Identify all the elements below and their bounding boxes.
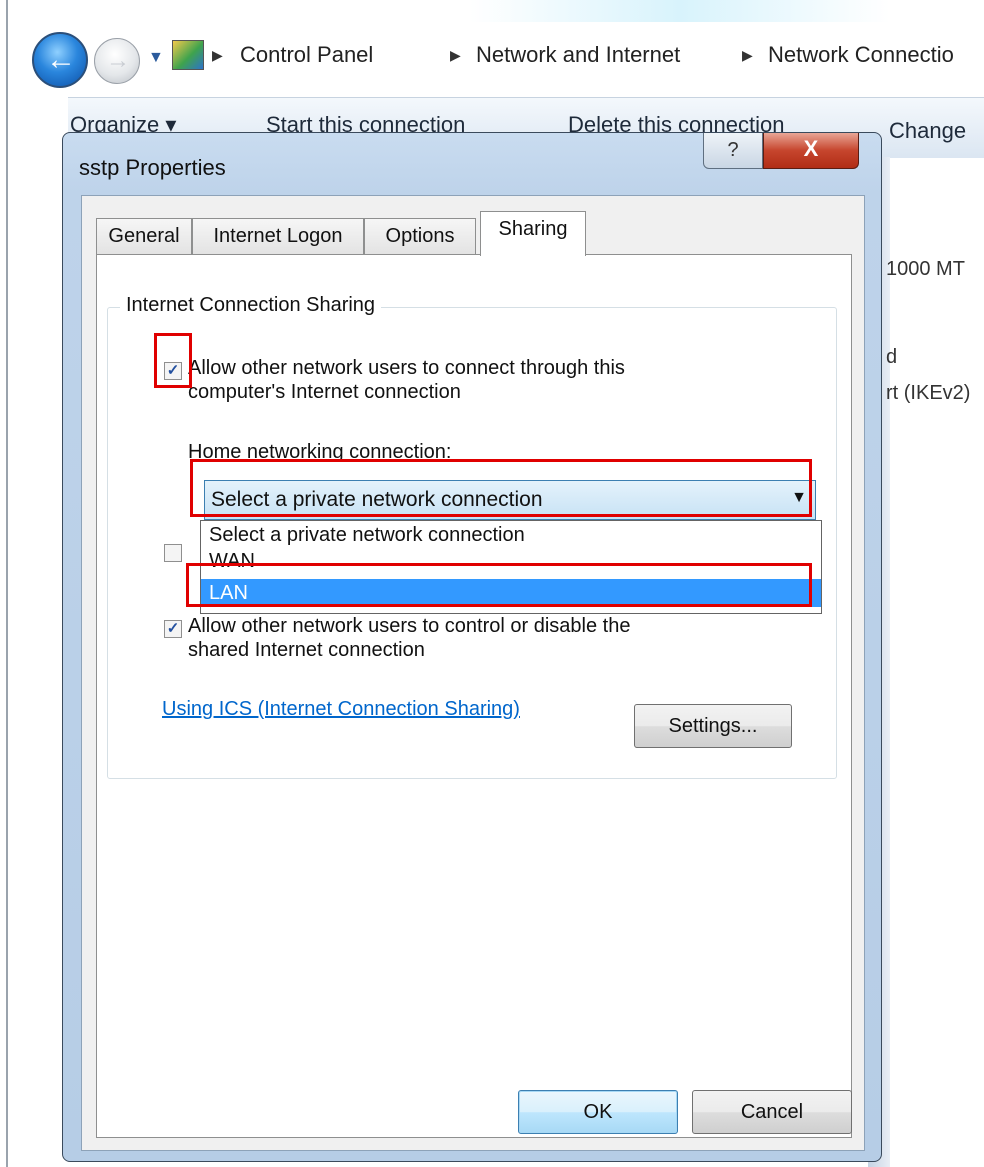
breadcrumb-control-panel[interactable]: Control Panel: [240, 40, 373, 70]
breadcrumb-separator-icon[interactable]: ▶: [742, 44, 753, 66]
breadcrumb-separator-icon[interactable]: ▶: [212, 44, 223, 66]
window-edge: [6, 0, 8, 1167]
tab-general[interactable]: General: [96, 218, 192, 254]
sharing-tab-panel: Internet Connection Sharing ✓ Allow othe…: [96, 254, 852, 1138]
highlight-allow-checkbox: [154, 333, 192, 388]
tab-options[interactable]: Options: [364, 218, 476, 254]
arrow-left-icon: ←: [46, 43, 76, 76]
highlight-lan-option: [186, 563, 812, 607]
help-button[interactable]: ?: [703, 133, 763, 169]
allow-control-label-line2: shared Internet connection: [188, 639, 425, 661]
sstp-properties-dialog: sstp Properties ? X General Internet Log…: [62, 132, 882, 1162]
tab-internet-logon[interactable]: Internet Logon: [192, 218, 364, 254]
settings-button[interactable]: Settings...: [634, 704, 792, 748]
breadcrumb-separator-icon[interactable]: ▶: [450, 44, 461, 66]
allow-connect-label: Allow other network users to connect thr…: [188, 357, 625, 379]
dropdown-option[interactable]: Select a private network connection: [201, 521, 821, 549]
establish-dialup-checkbox[interactable]: [164, 544, 182, 562]
connection-detail-text: 1000 MT: [886, 258, 965, 280]
tab-sharing[interactable]: Sharing: [480, 211, 586, 256]
cancel-button[interactable]: Cancel: [692, 1090, 852, 1134]
forward-button[interactable]: →: [94, 38, 140, 84]
ics-help-link[interactable]: Using ICS (Internet Connection Sharing): [162, 698, 520, 721]
group-title: Internet Connection Sharing: [120, 294, 382, 317]
ics-group: Internet Connection Sharing ✓ Allow othe…: [107, 294, 837, 779]
breadcrumb-network-connections[interactable]: Network Connectio: [768, 40, 954, 70]
dialog-title: sstp Properties: [79, 155, 226, 180]
dialog-client: General Internet Logon Options Sharing I…: [81, 195, 865, 1151]
connection-detail-text: d: [886, 346, 898, 368]
help-icon: ?: [727, 139, 739, 161]
control-panel-icon: [172, 40, 204, 70]
arrow-right-icon: →: [106, 47, 130, 74]
allow-control-label: Allow other network users to control or …: [188, 615, 631, 637]
history-dropdown-icon[interactable]: ▼: [148, 50, 164, 66]
back-button[interactable]: ←: [32, 32, 88, 88]
change-settings-button[interactable]: Change: [889, 118, 966, 144]
highlight-home-select: [190, 459, 812, 517]
connection-detail-text: rt (IKEv2): [886, 382, 971, 404]
allow-connect-label-line2: computer's Internet connection: [188, 381, 461, 403]
close-icon: X: [803, 136, 819, 161]
breadcrumb-network-internet[interactable]: Network and Internet: [476, 40, 680, 70]
close-button[interactable]: X: [763, 133, 859, 169]
title-glow: [470, 0, 890, 22]
ok-button[interactable]: OK: [518, 1090, 678, 1134]
allow-control-checkbox[interactable]: ✓: [164, 620, 182, 638]
